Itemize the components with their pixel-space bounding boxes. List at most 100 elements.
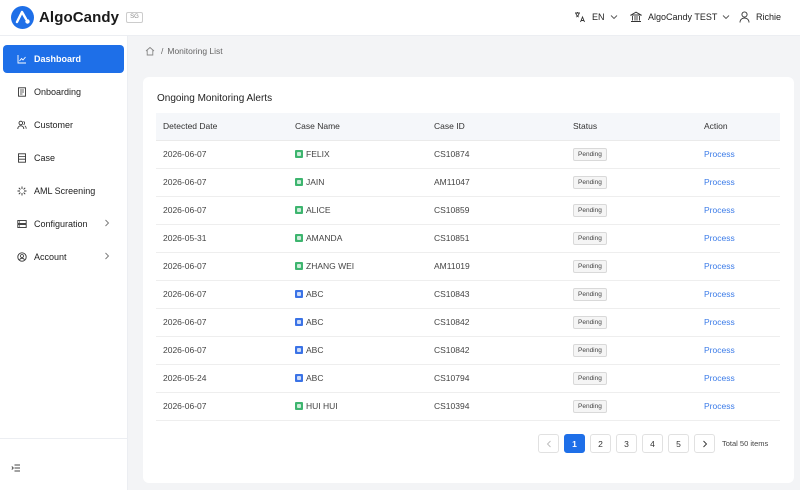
- folder-icon: [17, 153, 27, 163]
- case-name-cell: ZHANG WEI: [295, 252, 434, 281]
- action-cell: Process: [704, 196, 780, 225]
- tenant-selector[interactable]: AlgoCandy TEST: [630, 11, 730, 23]
- bank-icon: [630, 11, 642, 23]
- detected-date-cell: 2026-06-07: [156, 140, 295, 169]
- case-name-cell: AMANDA: [295, 224, 434, 253]
- table-row: 2026-06-07 ALICE CS10859 Pending Process: [156, 196, 780, 225]
- sidebar-item-dashboard[interactable]: Dashboard: [3, 45, 124, 73]
- detected-date-cell: 2026-06-07: [156, 336, 295, 365]
- detected-date-cell: 2026-06-07: [156, 392, 295, 421]
- status-badge: Pending: [573, 399, 607, 413]
- process-link[interactable]: Process: [704, 317, 735, 327]
- page-button-2[interactable]: 2: [590, 434, 611, 453]
- user-name: Richie: [756, 12, 782, 22]
- document-icon: [17, 87, 27, 97]
- case-id-cell: CS10842: [434, 308, 573, 337]
- status-cell: Pending: [573, 392, 704, 421]
- case-name: ABC: [306, 317, 324, 327]
- case-name-cell: ABC: [295, 364, 434, 393]
- pagination-total: Total 50 items: [722, 439, 769, 448]
- sidebar-item-customer[interactable]: Customer: [3, 111, 124, 139]
- status-cell: Pending: [573, 196, 704, 225]
- status-badge: Pending: [573, 175, 607, 189]
- process-link[interactable]: Process: [704, 373, 735, 383]
- sidebar-item-account[interactable]: Account: [3, 243, 124, 271]
- page-button-4[interactable]: 4: [642, 434, 663, 453]
- organization-icon: [295, 318, 303, 326]
- brand-logo[interactable]: AlgoCandy SG: [11, 6, 143, 29]
- individual-icon: [295, 150, 303, 158]
- sidebar-item-case[interactable]: Case: [3, 144, 124, 172]
- detected-date-cell: 2026-06-07: [156, 252, 295, 281]
- detected-date-cell: 2026-06-07: [156, 280, 295, 309]
- brand-name: AlgoCandy: [39, 9, 120, 26]
- column-header-case-name: Case Name: [295, 113, 434, 141]
- detected-date-cell: 2026-06-07: [156, 308, 295, 337]
- user-menu[interactable]: Richie: [739, 11, 781, 23]
- action-cell: Process: [704, 364, 780, 393]
- table-row: 2026-06-07 HUI HUI CS10394 Pending Process: [156, 392, 780, 421]
- page-button-5[interactable]: 5: [668, 434, 689, 453]
- case-name: ZHANG WEI: [306, 261, 355, 271]
- account-icon: [17, 252, 27, 262]
- case-name-cell: HUI HUI: [295, 392, 434, 421]
- process-link[interactable]: Process: [704, 345, 735, 355]
- case-name-cell: ABC: [295, 308, 434, 337]
- next-page-button[interactable]: [694, 434, 715, 453]
- process-link[interactable]: Process: [704, 177, 735, 187]
- individual-icon: [295, 402, 303, 410]
- individual-icon: [295, 234, 303, 242]
- sidebar-item-onboarding[interactable]: Onboarding: [3, 78, 124, 106]
- case-name-cell: ALICE: [295, 196, 434, 225]
- case-id-cell: CS10843: [434, 280, 573, 309]
- table-row: 2026-05-31 AMANDA CS10851 Pending Process: [156, 224, 780, 253]
- status-cell: Pending: [573, 364, 704, 393]
- breadcrumb-separator: /: [161, 46, 164, 56]
- table-row: 2026-06-07 FELIX CS10874 Pending Process: [156, 140, 780, 169]
- sidebar-item-label: Configuration: [34, 219, 88, 229]
- action-cell: Process: [704, 336, 780, 365]
- menu-collapse-icon[interactable]: [11, 463, 21, 475]
- process-link[interactable]: Process: [704, 233, 735, 243]
- action-cell: Process: [704, 168, 780, 197]
- prev-page-button[interactable]: [538, 434, 559, 453]
- page-button-3[interactable]: 3: [616, 434, 637, 453]
- status-cell: Pending: [573, 168, 704, 197]
- sidebar-item-configuration[interactable]: Configuration: [3, 210, 124, 238]
- language-selector[interactable]: EN: [574, 11, 618, 23]
- sidebar-footer: [0, 438, 128, 490]
- process-link[interactable]: Process: [704, 149, 735, 159]
- sidebar-item-label: AML Screening: [34, 186, 96, 196]
- case-name: HUI HUI: [306, 401, 338, 411]
- action-cell: Process: [704, 252, 780, 281]
- organization-icon: [295, 374, 303, 382]
- sidebar-item-label: Dashboard: [34, 54, 82, 64]
- process-link[interactable]: Process: [704, 205, 735, 215]
- process-link[interactable]: Process: [704, 261, 735, 271]
- chevron-right-icon: [702, 440, 708, 448]
- sidebar: Dashboard Onboarding Customer Case AML S…: [0, 36, 128, 490]
- sidebar-item-aml-screening[interactable]: AML Screening: [3, 177, 124, 205]
- chevron-left-icon: [546, 440, 552, 448]
- organization-icon: [295, 290, 303, 298]
- case-id-cell: CS10794: [434, 364, 573, 393]
- detected-date-cell: 2026-06-07: [156, 168, 295, 197]
- status-badge: Pending: [573, 231, 607, 245]
- individual-icon: [295, 206, 303, 214]
- case-name: AMANDA: [306, 233, 343, 243]
- status-badge: Pending: [573, 287, 607, 301]
- home-icon[interactable]: [145, 46, 155, 56]
- table-row: 2026-06-07 JAIN AM11047 Pending Process: [156, 168, 780, 197]
- table-row: 2026-05-24 ABC CS10794 Pending Process: [156, 364, 780, 393]
- users-icon: [17, 120, 27, 130]
- chart-line-icon: [17, 54, 27, 64]
- page-button-1[interactable]: 1: [564, 434, 585, 453]
- process-link[interactable]: Process: [704, 289, 735, 299]
- sidebar-item-label: Customer: [34, 120, 74, 130]
- process-link[interactable]: Process: [704, 401, 735, 411]
- case-id-cell: CS10859: [434, 196, 573, 225]
- pagination: 1 2 3 4 5 Total 50 items: [538, 434, 768, 453]
- individual-icon: [295, 178, 303, 186]
- status-badge: Pending: [573, 343, 607, 357]
- sidebar-item-label: Onboarding: [34, 87, 82, 97]
